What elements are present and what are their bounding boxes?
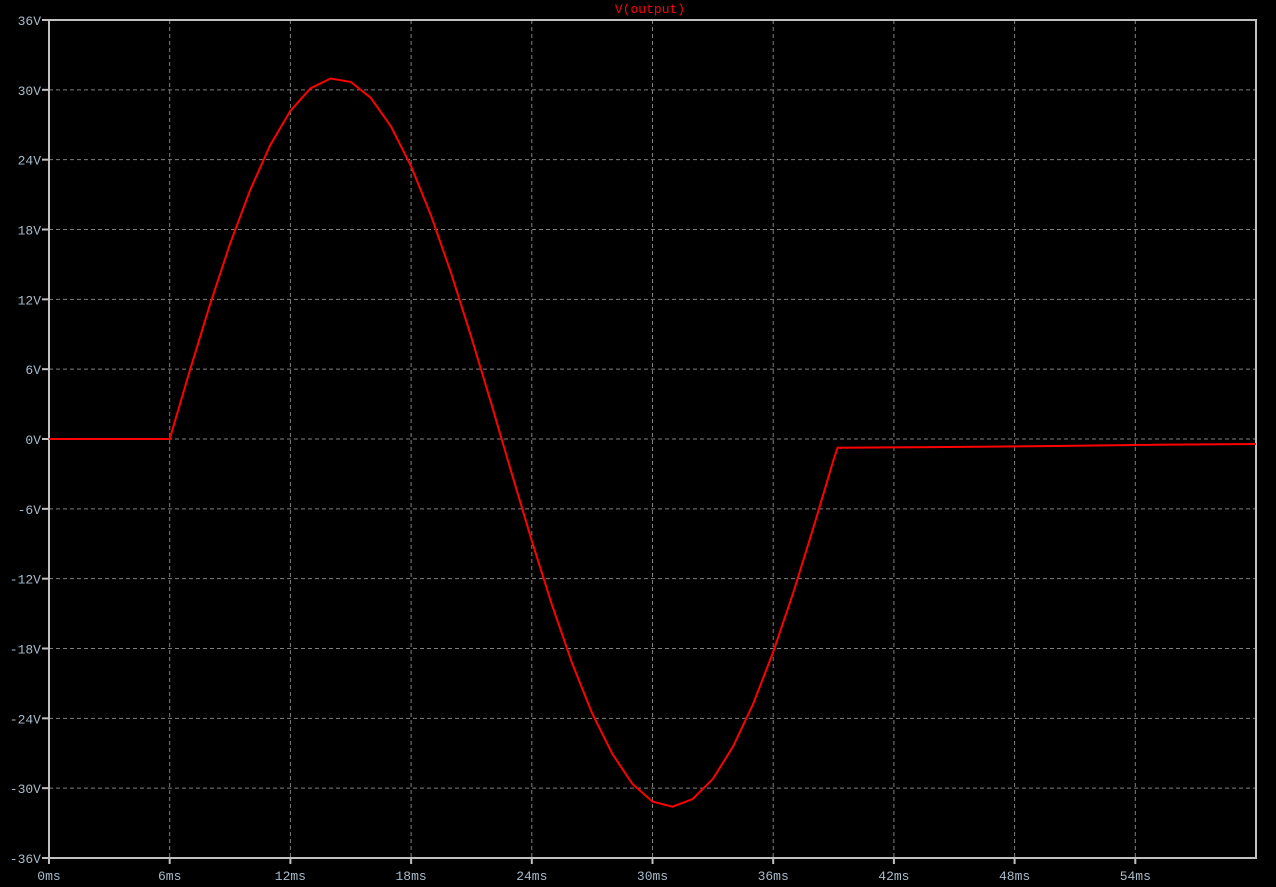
x-tick-label: 6ms (158, 869, 181, 884)
x-tick-label: 24ms (516, 869, 547, 884)
x-tick-label: 30ms (637, 869, 668, 884)
y-tick-label: -36V (10, 852, 41, 867)
x-tick-label: 54ms (1120, 869, 1151, 884)
x-tick-label: 12ms (275, 869, 306, 884)
y-tick-label: -18V (10, 643, 41, 658)
y-tick-label: -24V (10, 712, 41, 727)
x-tick-label: 48ms (999, 869, 1030, 884)
y-tick-label: 0V (25, 433, 41, 448)
y-tick-label: 6V (25, 363, 41, 378)
y-tick-label: -6V (18, 503, 42, 518)
waveform-plot[interactable]: 0ms 6ms 12ms 18ms 24ms 30ms 36ms 42ms 48ms 54ms 36… (0, 0, 1276, 887)
x-tick-label: 0ms (37, 869, 60, 884)
y-tick-label: 18V (18, 224, 42, 239)
y-tick-label: 12V (18, 293, 42, 308)
trace-title[interactable]: V(output) (615, 2, 685, 17)
y-tick-label: -12V (10, 573, 41, 588)
y-tick-label: 24V (18, 154, 42, 169)
x-tick-label: 42ms (878, 869, 909, 884)
y-tick-label: -30V (10, 782, 41, 797)
x-tick-label: 18ms (395, 869, 426, 884)
x-tick-label: 36ms (758, 869, 789, 884)
plot-background (0, 0, 1276, 887)
y-tick-label: 36V (18, 14, 42, 29)
y-tick-label: 30V (18, 84, 42, 99)
